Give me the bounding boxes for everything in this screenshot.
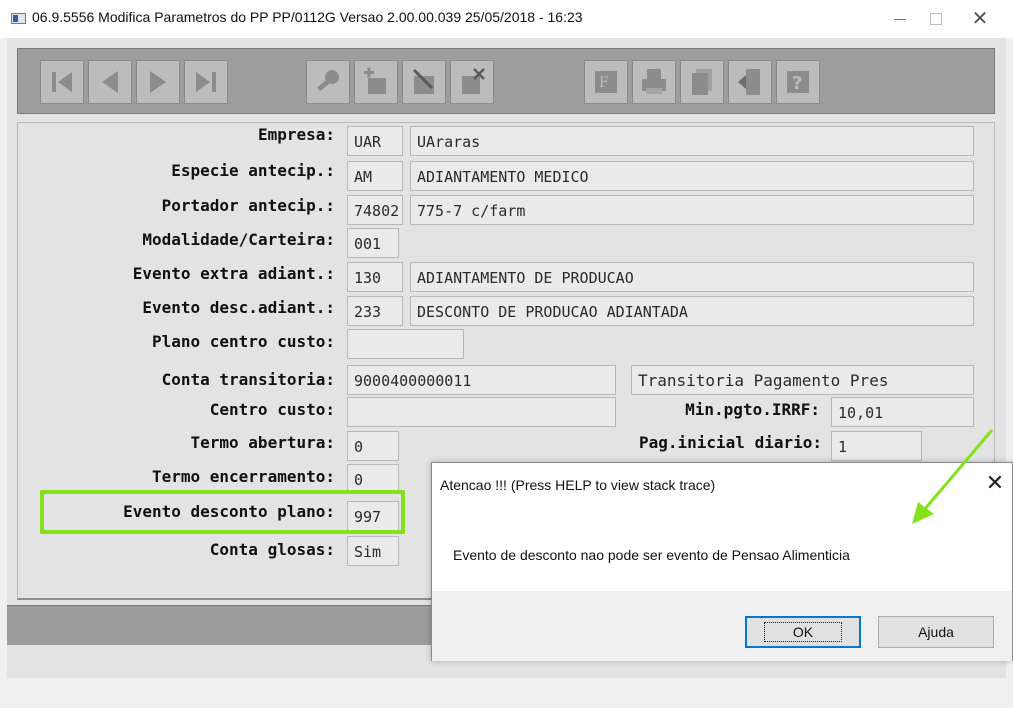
empresa-label: Empresa: — [257, 125, 335, 144]
min-pgto-field[interactable]: 10,01 — [831, 397, 974, 427]
evento-desc-code-field[interactable]: 233 — [347, 296, 403, 326]
print-button[interactable] — [632, 60, 676, 104]
empresa-desc-field: UAraras — [410, 126, 974, 156]
termo-abertura-field[interactable]: 0 — [347, 431, 399, 461]
especie-code-field[interactable]: AM — [347, 161, 403, 191]
edit-record-button[interactable] — [402, 60, 446, 104]
conta-transitoria-field[interactable]: 9000400000011 — [347, 365, 616, 395]
ok-button[interactable]: OK — [745, 616, 861, 648]
error-dialog: Atencao !!! (Press HELP to view stack tr… — [431, 462, 1013, 661]
portador-code-field[interactable]: 74802 — [347, 195, 403, 225]
modalidade-label: Modalidade/Carteira: — [142, 230, 335, 249]
evento-extra-desc-field: ADIANTAMENTO DE PRODUCAO — [410, 262, 974, 292]
especie-label: Especie antecip.: — [171, 161, 335, 180]
centro-custo-label: Centro custo: — [209, 400, 335, 419]
min-pgto-label: Min.pgto.IRRF: — [685, 400, 820, 419]
add-record-button[interactable] — [354, 60, 398, 104]
search-key-button[interactable] — [306, 60, 350, 104]
copy-button[interactable] — [680, 60, 724, 104]
filter-icon: F — [595, 71, 617, 93]
evento-desc-desc-field: DESCONTO DE PRODUCAO ADIANTADA — [410, 296, 974, 326]
modalidade-field[interactable]: 001 — [347, 228, 399, 258]
add-record-icon — [364, 67, 386, 94]
next-record-button[interactable] — [136, 60, 180, 104]
portador-desc-field: 775-7 c/farm — [410, 195, 974, 225]
minimize-button[interactable] — [880, 4, 920, 32]
ok-button-label: OK — [763, 622, 843, 642]
dialog-footer: OK Ajuda — [432, 591, 1012, 661]
next-record-icon — [150, 71, 166, 93]
dialog-close-button[interactable]: ✕ — [980, 469, 1010, 499]
window-titlebar: 06.9.5556 Modifica Parametros do PP PP/0… — [0, 0, 1013, 38]
svg-text:F: F — [599, 75, 609, 91]
print-icon — [642, 69, 666, 94]
evento-extra-code-field[interactable]: 130 — [347, 262, 403, 292]
toolbar: F ? — [17, 48, 995, 114]
conta-glosas-label: Conta glosas: — [209, 540, 335, 559]
centro-custo-field[interactable] — [347, 397, 616, 427]
previous-record-button[interactable] — [88, 60, 132, 104]
termo-abertura-label: Termo abertura: — [190, 433, 336, 452]
window-title: 06.9.5556 Modifica Parametros do PP PP/0… — [32, 9, 583, 25]
delete-record-icon — [462, 68, 485, 94]
exit-button[interactable] — [728, 60, 772, 104]
dialog-message: Evento de desconto nao pode ser evento d… — [453, 547, 850, 563]
help-icon: ? — [787, 71, 809, 94]
pag-inicial-field[interactable]: 1 — [831, 431, 922, 461]
first-record-icon — [52, 72, 72, 92]
termo-encerramento-label: Termo encerramento: — [151, 467, 335, 486]
copy-icon — [692, 69, 712, 95]
help-button[interactable]: ? — [776, 60, 820, 104]
especie-desc-field: ADIANTAMENTO MEDICO — [410, 161, 974, 191]
portador-label: Portador antecip.: — [161, 196, 335, 215]
previous-record-icon — [102, 71, 118, 93]
conta-transitoria-label: Conta transitoria: — [161, 370, 335, 389]
plano-centro-field[interactable] — [347, 329, 464, 359]
highlight-box — [40, 490, 405, 534]
exit-icon — [738, 69, 760, 95]
window-close-button[interactable]: ✕ — [960, 4, 1000, 32]
help-dialog-button[interactable]: Ajuda — [878, 616, 994, 648]
maximize-button[interactable] — [916, 4, 956, 32]
first-record-button[interactable] — [40, 60, 84, 104]
search-key-icon — [317, 70, 339, 92]
evento-desc-label: Evento desc.adiant.: — [142, 298, 335, 317]
last-record-icon — [196, 72, 216, 92]
filter-button[interactable]: F — [584, 60, 628, 104]
evento-extra-label: Evento extra adiant.: — [132, 264, 335, 283]
app-icon — [11, 13, 26, 24]
plano-centro-label: Plano centro custo: — [151, 332, 335, 351]
last-record-button[interactable] — [184, 60, 228, 104]
edit-record-icon — [412, 68, 434, 94]
delete-record-button[interactable] — [450, 60, 494, 104]
svg-text:?: ? — [792, 73, 802, 94]
conta-transitoria-desc-field: Transitoria Pagamento Pres — [631, 365, 974, 395]
pag-inicial-label: Pag.inicial diario: — [638, 433, 822, 452]
conta-glosas-field[interactable]: Sim — [347, 536, 399, 566]
empresa-code-field[interactable]: UAR — [347, 126, 403, 156]
dialog-title: Atencao !!! (Press HELP to view stack tr… — [440, 477, 716, 493]
